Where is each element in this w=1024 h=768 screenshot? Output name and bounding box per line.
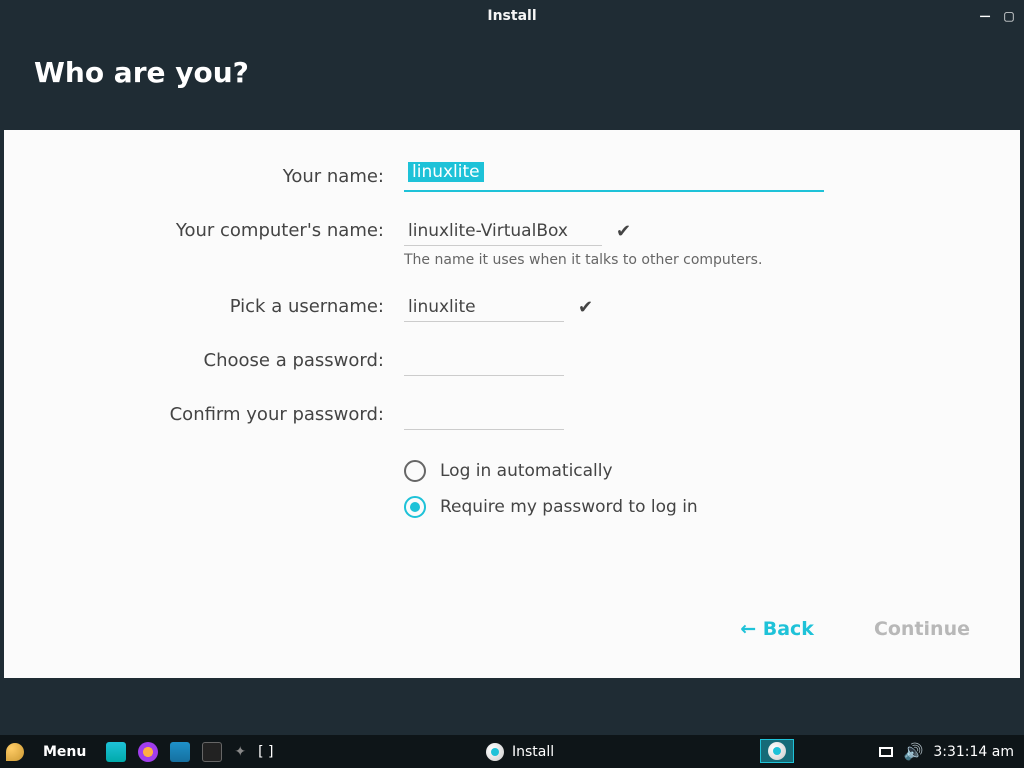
confirm-password-label: Confirm your password: [4,400,404,425]
installer-form-page: Your name: linuxlite ✔ Your computer's n… [4,130,1020,678]
radio-on-icon [404,496,426,518]
check-icon: ✔ [616,221,631,242]
hostname-helper: The name it uses when it talks to other … [404,252,762,268]
password-label: Choose a password: [4,346,404,371]
continue-button[interactable]: Continue [874,618,970,640]
window-title: Install [487,8,536,24]
clock[interactable]: 3:31:14 am [933,744,1014,760]
workspace-switcher[interactable]: [ ] [252,735,279,768]
username-input[interactable] [404,292,564,322]
terminal-launcher[interactable] [196,735,228,768]
desktop-icon [106,742,126,762]
password-input[interactable] [404,346,564,376]
username-label: Pick a username: [4,292,404,317]
display-icon[interactable] [879,747,893,757]
radio-require-password[interactable]: Require my password to log in [404,496,1020,518]
require-password-label: Require my password to log in [440,497,698,517]
file-manager-launcher[interactable] [164,735,196,768]
installer-icon [486,743,504,761]
name-label: Your name: [4,162,404,187]
confirm-password-input[interactable] [404,400,564,430]
wizard-nav: Back Continue [740,618,970,640]
firefox-icon [138,742,158,762]
page-header: Who are you? [0,32,1024,130]
menu-button[interactable]: Menu [0,735,100,768]
volume-icon[interactable]: 🔊 [903,742,923,761]
system-tray: 🔊 3:31:14 am [879,742,1014,761]
back-button[interactable]: Back [740,618,814,640]
radio-off-icon [404,460,426,482]
hostname-input[interactable] [404,216,602,246]
terminal-icon [202,742,222,762]
taskbar-task-install[interactable]: Install [480,735,560,768]
taskbar: Menu ✦ [ ] Install 🔊 3:31:14 am [0,735,1024,768]
folder-icon [170,742,190,762]
page-title: Who are you? [34,56,249,89]
firefox-launcher[interactable] [132,735,164,768]
feather-icon [6,743,24,761]
maximize-button[interactable]: ▢ [1000,9,1018,23]
show-desktop-button[interactable] [100,735,132,768]
name-input[interactable]: linuxlite [404,162,824,192]
misc-launcher[interactable]: ✦ [228,735,252,768]
check-icon: ✔ [578,297,593,318]
taskbar-highlight-secondary[interactable] [760,739,794,763]
installer-icon [768,742,786,760]
radio-auto-login[interactable]: Log in automatically [404,460,1020,482]
window-controls: ─ ▢ [976,0,1018,32]
auto-login-label: Log in automatically [440,461,613,481]
minimize-button[interactable]: ─ [976,7,994,26]
hostname-label: Your computer's name: [4,216,404,241]
